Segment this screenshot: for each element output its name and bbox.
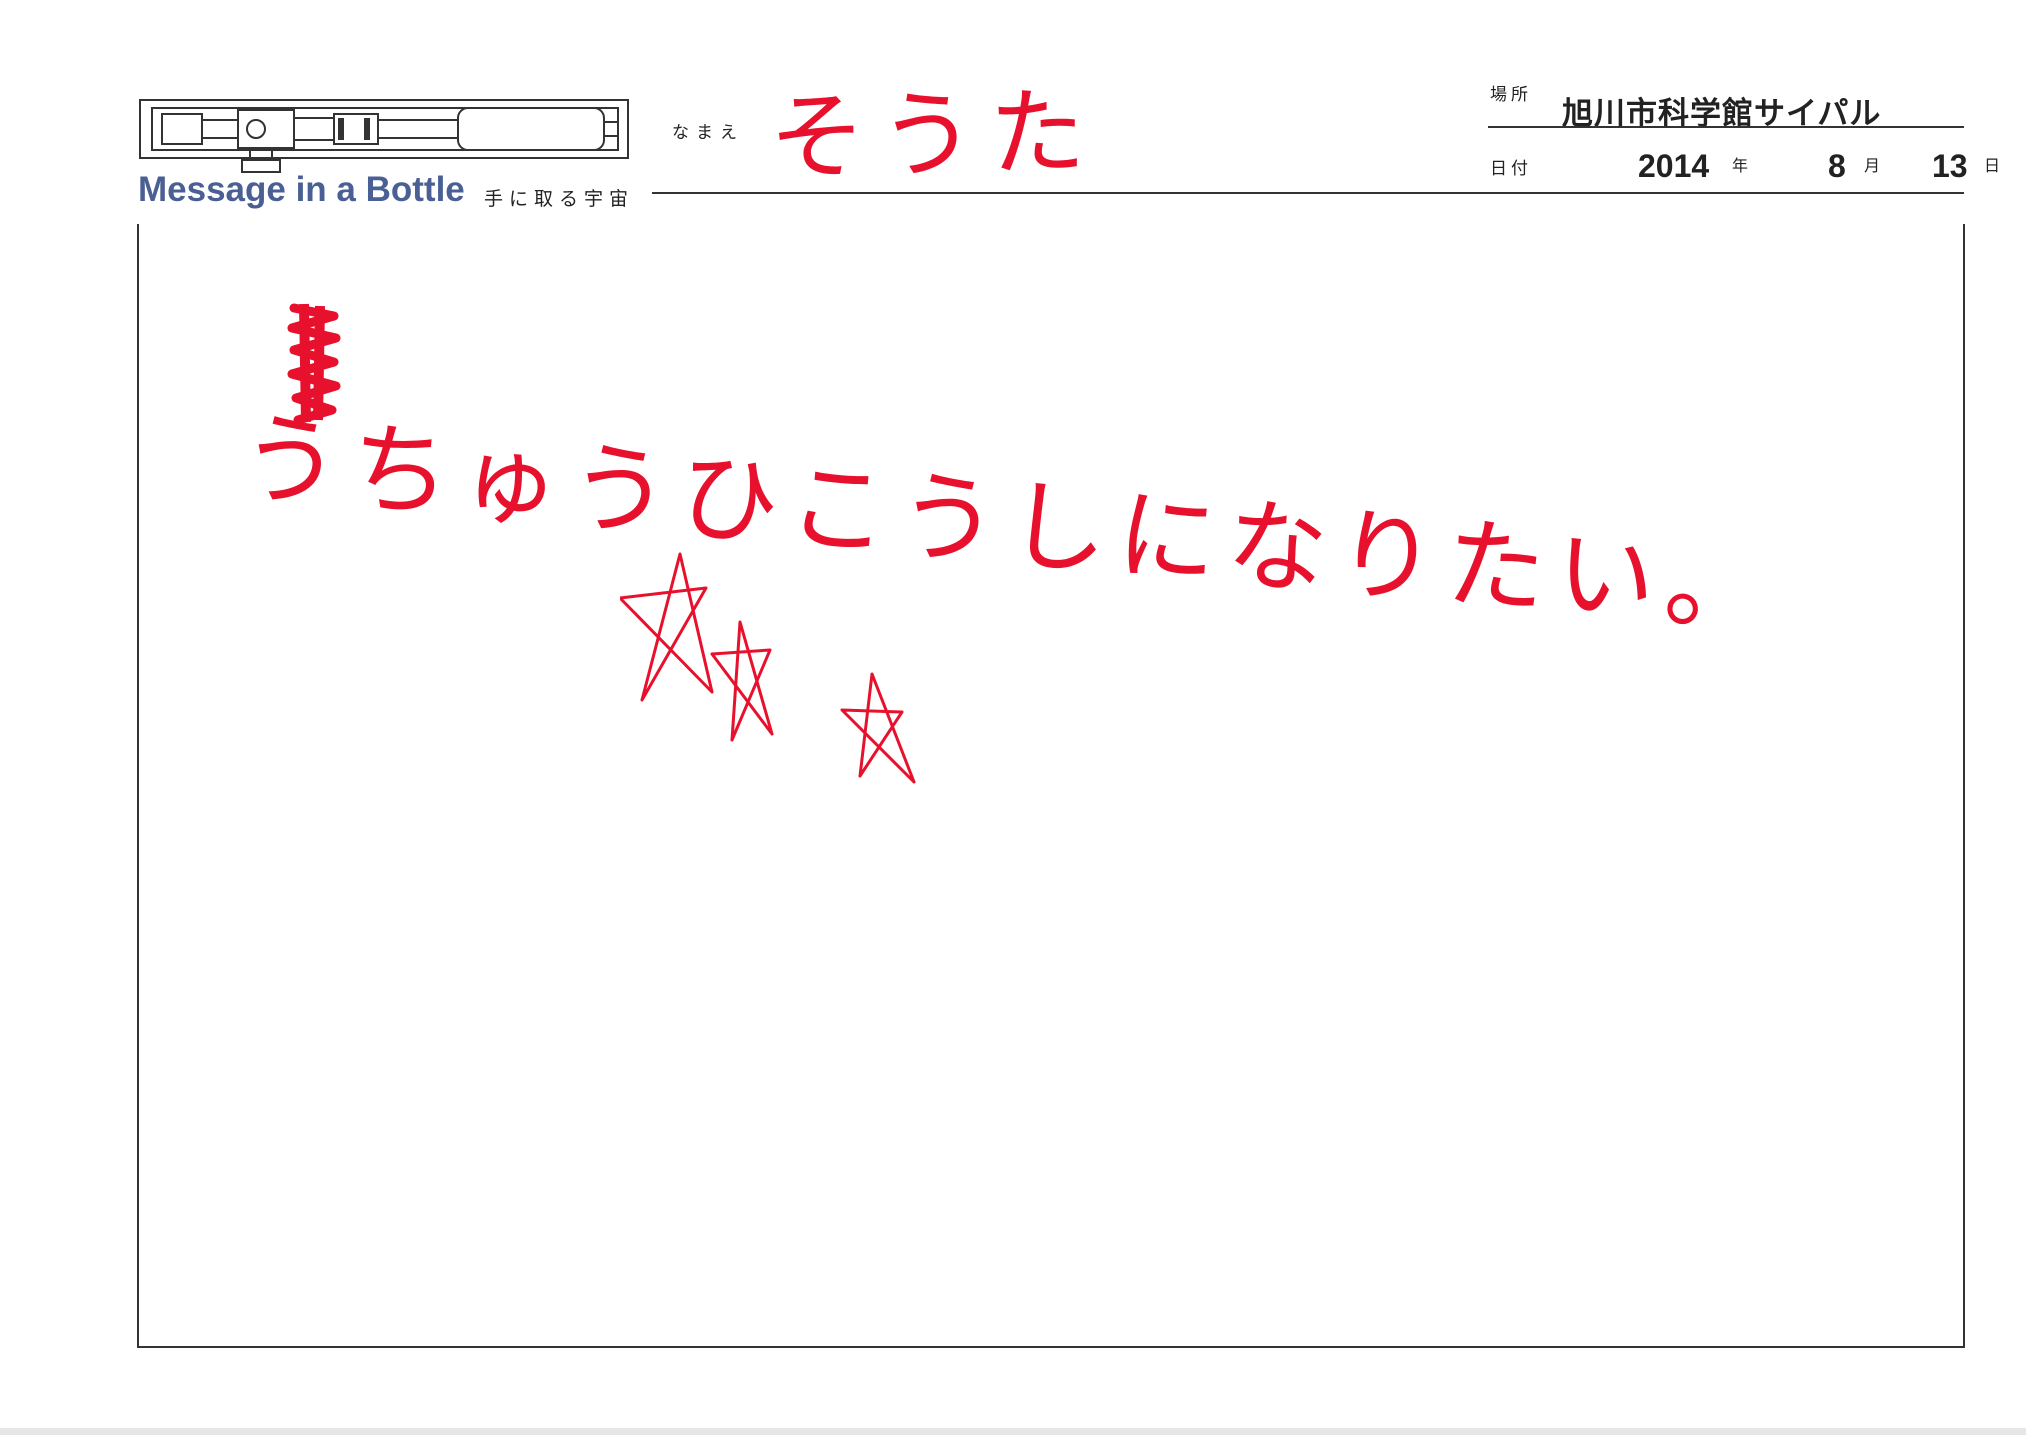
date-year: 2014 <box>1638 148 1710 184</box>
scan-edge-shade <box>0 1428 2026 1435</box>
date-label: 日付 <box>1490 159 1532 179</box>
brand-wordmark: Message in a Bottle <box>138 170 465 209</box>
date-day-unit: 日 <box>1984 156 2001 175</box>
date-month: 8 <box>1828 148 1846 184</box>
date-day: 13 <box>1932 148 1968 184</box>
date-year-unit: 年 <box>1732 156 1749 175</box>
name-label: なまえ <box>672 123 744 143</box>
message-card: Message in a Bottle 手に取る宇宙 なまえ 場所 旭川市科学館… <box>0 0 2026 1435</box>
date-month-unit: 月 <box>1864 156 1881 175</box>
handwritten-name: そうた <box>768 76 1101 194</box>
place-label: 場所 <box>1490 85 1532 105</box>
scribble-mark-icon <box>287 303 341 425</box>
tagline: 手に取る宇宙 <box>484 188 635 210</box>
star-doodle-icon <box>620 552 916 784</box>
spacecraft-capsule-icon <box>139 99 629 173</box>
place-underline <box>1488 126 1964 128</box>
